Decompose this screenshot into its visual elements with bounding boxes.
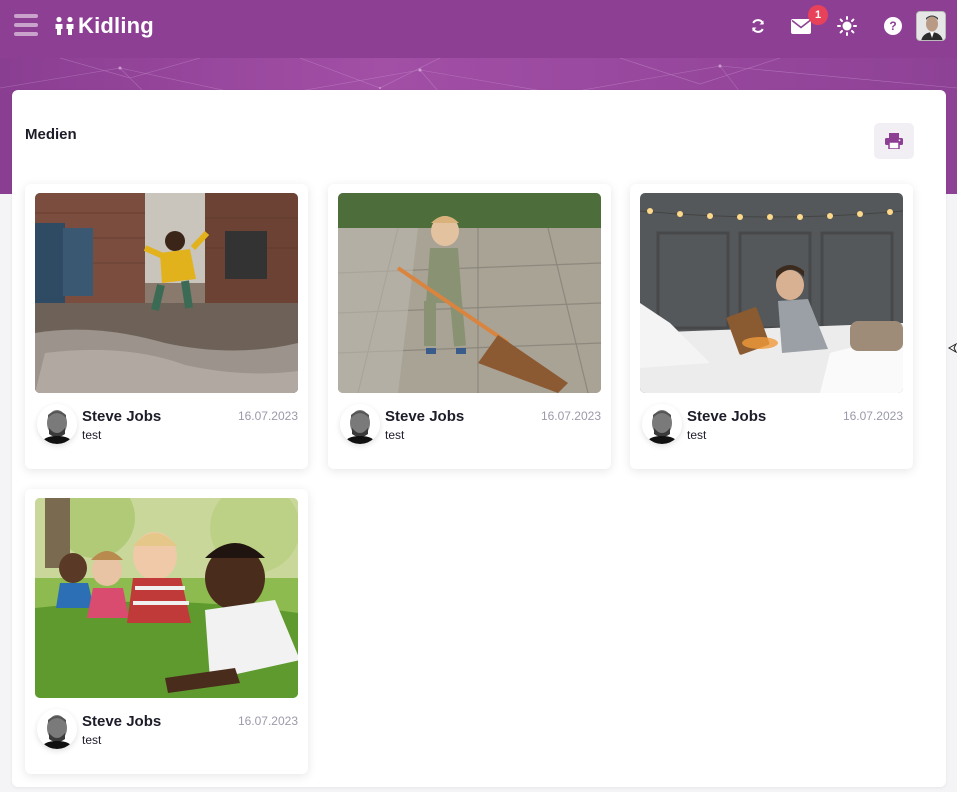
post-date: 16.07.2023: [540, 409, 601, 423]
post-text: test: [82, 733, 102, 747]
help-icon[interactable]: ?: [881, 14, 905, 38]
media-image-child-with-broom[interactable]: [338, 193, 601, 393]
post-date: 16.07.2023: [237, 714, 298, 728]
help-glyph: ?: [884, 17, 902, 35]
post-date: 16.07.2023: [237, 409, 298, 423]
author-name: Steve Jobs: [82, 408, 162, 425]
print-button[interactable]: [874, 123, 914, 159]
author-avatar[interactable]: [37, 404, 77, 444]
media-card[interactable]: Steve Jobs test 16.07.2023: [328, 184, 611, 469]
author-name: Steve Jobs: [687, 408, 767, 425]
cursor-pointer-icon: [947, 342, 957, 356]
media-image-children-on-grass[interactable]: [35, 498, 298, 698]
media-image-child-jumping[interactable]: [35, 193, 298, 393]
notification-badge: 1: [808, 5, 828, 25]
media-image-boy-reading[interactable]: [640, 193, 903, 393]
app-logo[interactable]: Kidling: [54, 12, 154, 40]
author-avatar[interactable]: [340, 404, 380, 444]
post-text: test: [82, 428, 102, 442]
app-name: Kidling: [78, 13, 154, 38]
author-name: Steve Jobs: [82, 713, 162, 730]
user-avatar[interactable]: [916, 11, 946, 41]
media-card[interactable]: Steve Jobs test 16.07.2023: [630, 184, 913, 469]
refresh-icon[interactable]: [746, 14, 770, 38]
printer-icon: [885, 133, 903, 149]
family-icon: [55, 16, 74, 35]
author-avatar[interactable]: [642, 404, 682, 444]
author-name: Steve Jobs: [385, 408, 465, 425]
author-avatar[interactable]: [37, 709, 77, 749]
post-date: 16.07.2023: [842, 409, 903, 423]
post-text: test: [687, 428, 707, 442]
page-title: Medien: [25, 126, 77, 143]
post-text: test: [385, 428, 405, 442]
menu-icon[interactable]: [14, 14, 38, 36]
media-card[interactable]: Steve Jobs test 16.07.2023: [25, 489, 308, 774]
media-card[interactable]: Steve Jobs test 16.07.2023: [25, 184, 308, 469]
brightness-icon[interactable]: [835, 14, 859, 38]
